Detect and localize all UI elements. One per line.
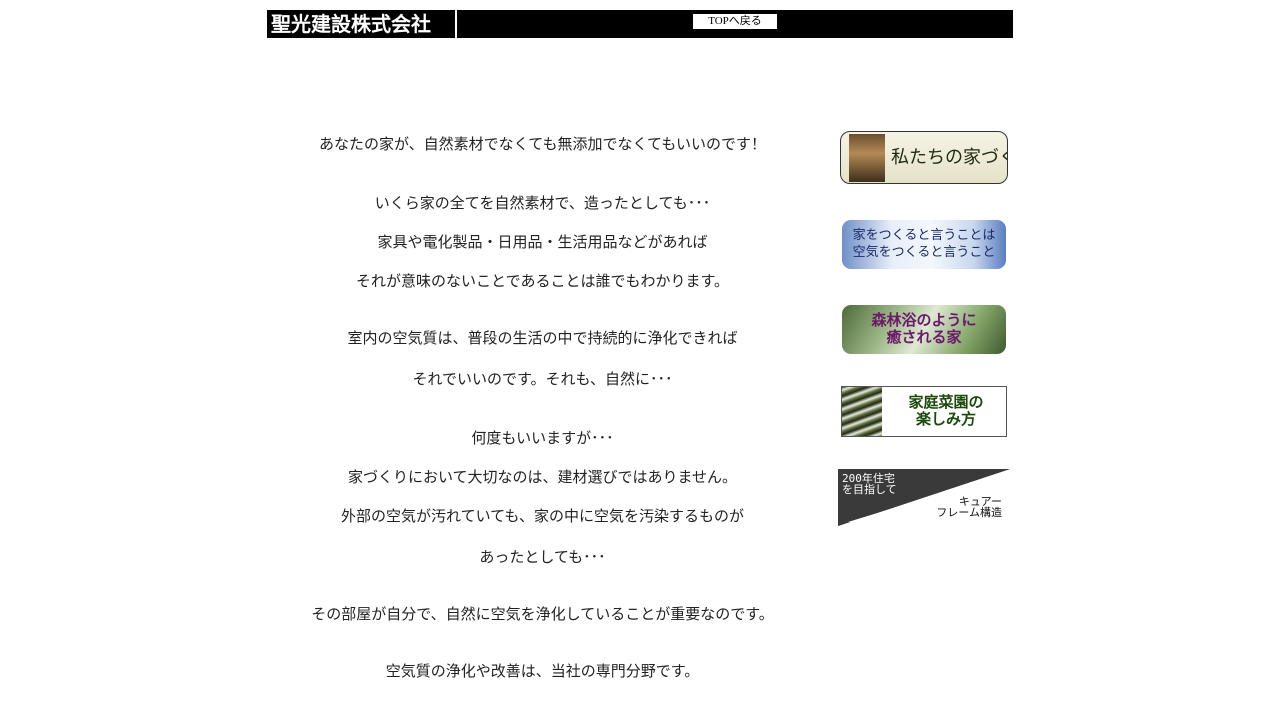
content-line: いくら家の全てを自然素材で、造ったとしても･･･ xyxy=(374,194,711,212)
banner-label: 家をつくると言うことは 空気をつくると言うこと xyxy=(852,228,996,260)
content-line: それでいいのです。それも、自然に･･･ xyxy=(412,370,673,388)
banner-label: 森林浴のように 癒される家 xyxy=(871,311,977,346)
content-line: その部屋が自分で、自然に空気を浄化していることが重要なのです。 xyxy=(311,605,774,623)
our-house-building-banner[interactable]: 私たちの家づくり xyxy=(840,131,1008,184)
home-garden-banner[interactable]: 家庭菜園の 楽しみ方 xyxy=(841,386,1007,437)
header-bar: 聖光建設株式会社 TOPへ戻る xyxy=(267,10,1013,38)
content-line: 外部の空気が汚れていても、家の中に空気を汚染するものが xyxy=(341,507,744,525)
content-line: あったとしても･･･ xyxy=(479,548,606,566)
making-air-banner[interactable]: 家をつくると言うことは 空気をつくると言うこと xyxy=(842,220,1006,269)
banner-label-bottom: キュアー フレーム構造 xyxy=(936,495,1002,519)
content-line: 空気質の浄化や改善は、当社の専門分野です。 xyxy=(385,662,700,680)
forest-bath-house-banner[interactable]: 森林浴のように 癒される家 xyxy=(842,305,1006,354)
banner-label-top: 200年住宅 を目指して xyxy=(842,472,897,496)
vegetables-photo xyxy=(842,387,882,436)
content-line: 家づくりにおいて大切なのは、建材選びではありません。 xyxy=(347,468,738,486)
banner-label: 私たちの家づくり xyxy=(891,147,1007,168)
thatched-house-photo xyxy=(849,134,885,182)
content-line: 何度もいいますが･･･ xyxy=(471,429,614,447)
content-line: 室内の空気質は、普段の生活の中で持続的に浄化できれば xyxy=(347,329,738,347)
banner-label: 家庭菜園の 楽しみ方 xyxy=(908,393,984,428)
content-line: それが意味のないことであることは誰でもわかります。 xyxy=(356,272,729,290)
cure-frame-structure-banner[interactable]: 200年住宅 を目指して キュアー フレーム構造 xyxy=(838,469,1010,526)
header-divider xyxy=(455,10,457,38)
content-line: あなたの家が、自然素材でなくても無添加でなくてもいいのです！ xyxy=(318,135,766,153)
content-line: 家具や電化製品・日用品・生活用品などがあれば xyxy=(377,233,708,251)
company-logo[interactable]: 聖光建設株式会社 xyxy=(267,10,455,38)
back-to-top-button[interactable]: TOPへ戻る xyxy=(693,14,777,29)
